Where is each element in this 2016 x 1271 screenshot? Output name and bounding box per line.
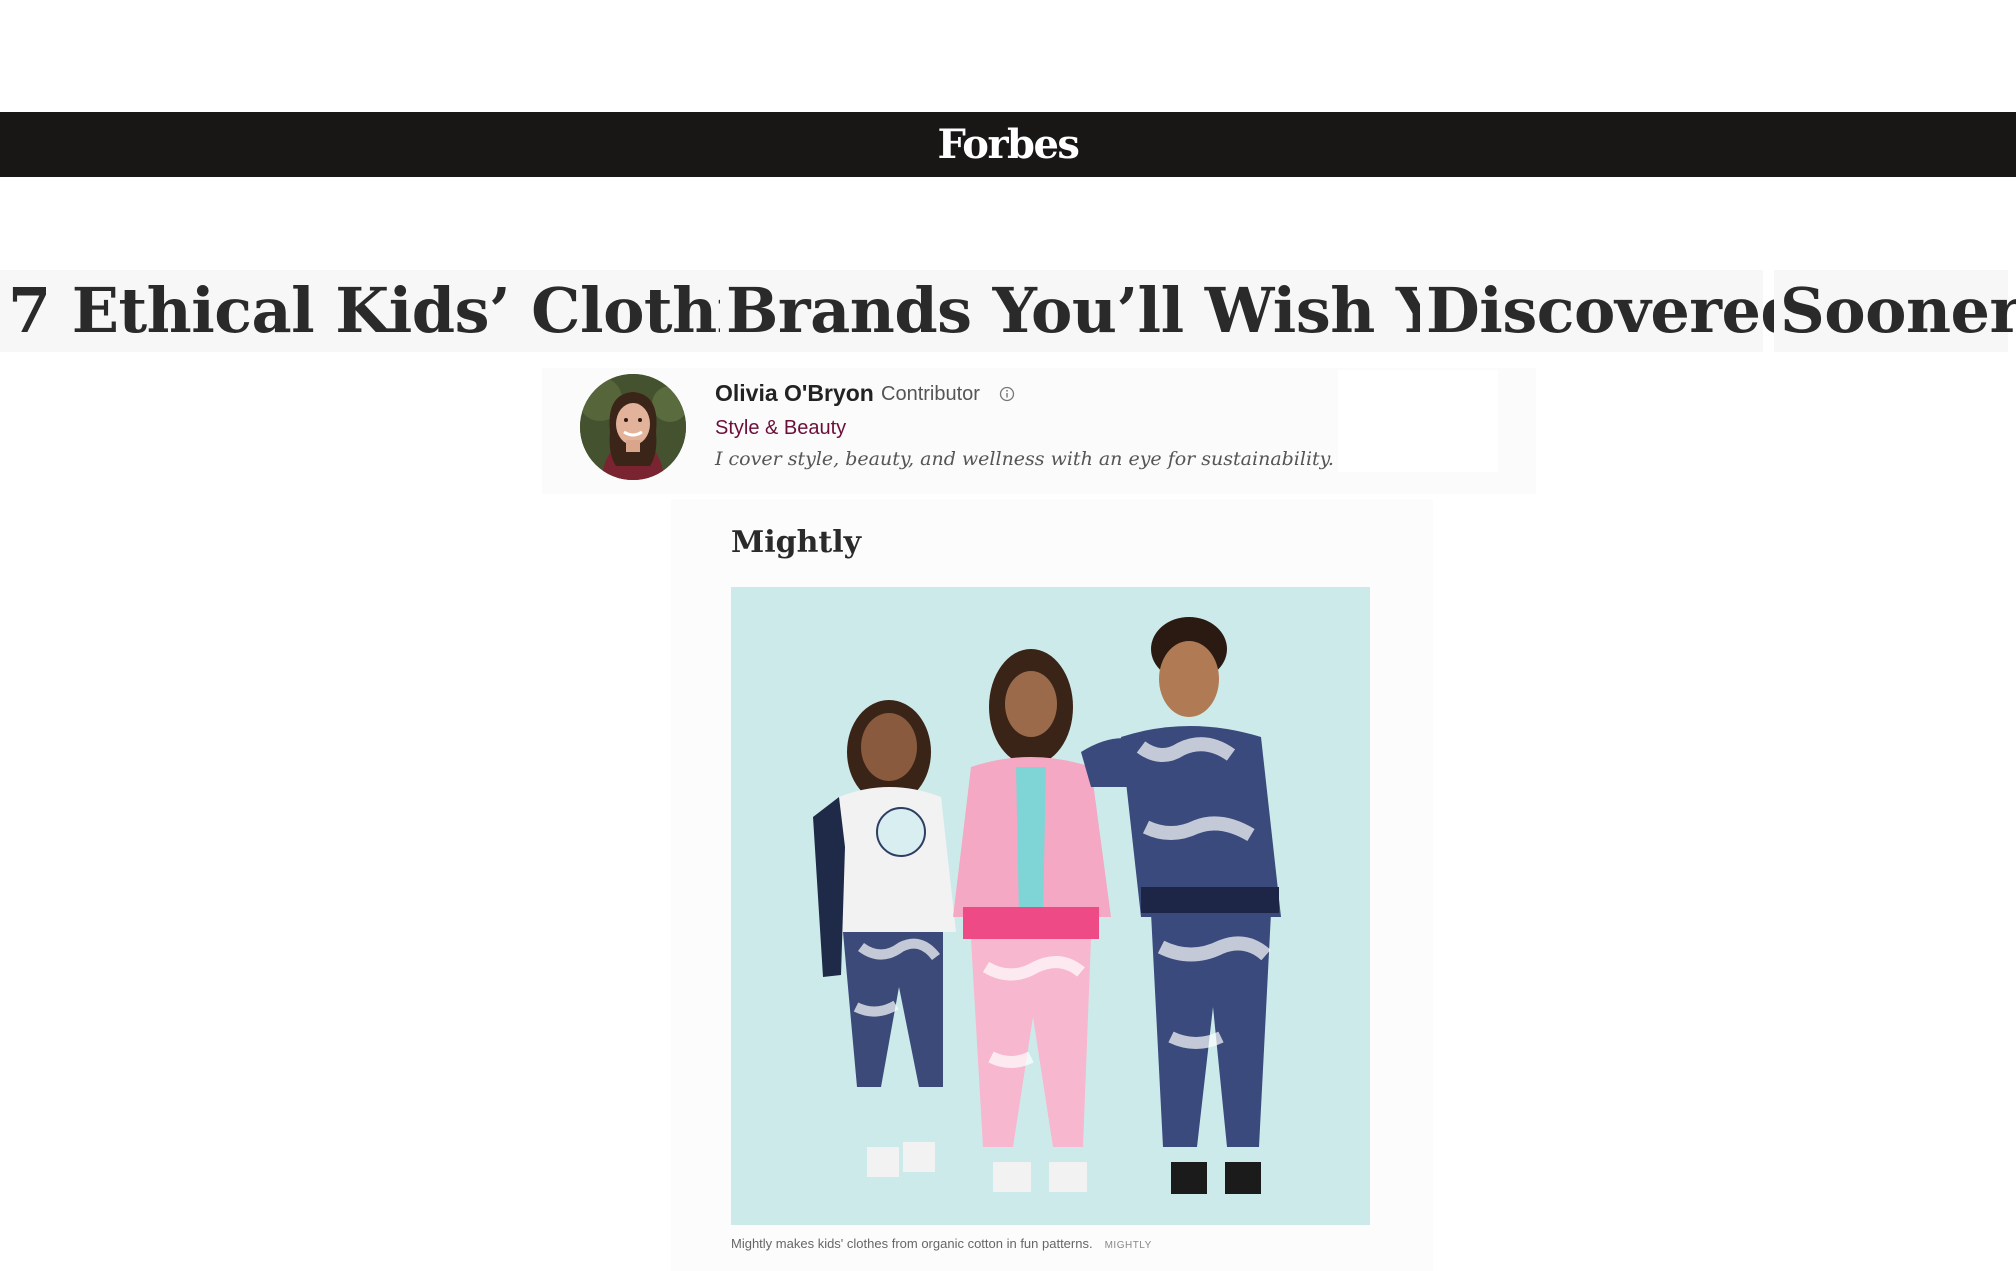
photo-credit: MIGHTLY <box>1104 1240 1152 1251</box>
headline-segment: Sooner <box>1774 270 2016 352</box>
caption-text: Mightly makes kids' clothes from organic… <box>731 1236 1093 1251</box>
headline-segment: Brands You’ll Wish You <box>720 270 1520 352</box>
author-name[interactable]: Olivia O'Bryon <box>715 380 874 407</box>
info-icon[interactable] <box>999 386 1015 402</box>
section-heading: Mightly <box>731 525 862 560</box>
author-channel-link[interactable]: Style & Beauty <box>715 417 846 440</box>
masthead: Forbes <box>0 112 2016 177</box>
headline-segment: Discovered <box>1420 270 1804 352</box>
article-headline: 7 Ethical Kids’ Clothing Brands You’ll W… <box>0 270 2016 352</box>
author-bio: I cover style, beauty, and wellness with… <box>715 448 1334 470</box>
author-avatar[interactable] <box>580 374 686 480</box>
top-whitespace <box>0 0 2016 112</box>
byline-blank-area <box>1338 370 1498 472</box>
photo-caption: Mightly makes kids' clothes from organic… <box>731 1236 1152 1251</box>
article-photo[interactable] <box>731 587 1370 1225</box>
author-role: Contributor <box>881 383 980 405</box>
forbes-logo[interactable]: Forbes <box>938 124 1080 165</box>
headline-segment: 7 Ethical Kids’ Clothing <box>0 270 828 352</box>
